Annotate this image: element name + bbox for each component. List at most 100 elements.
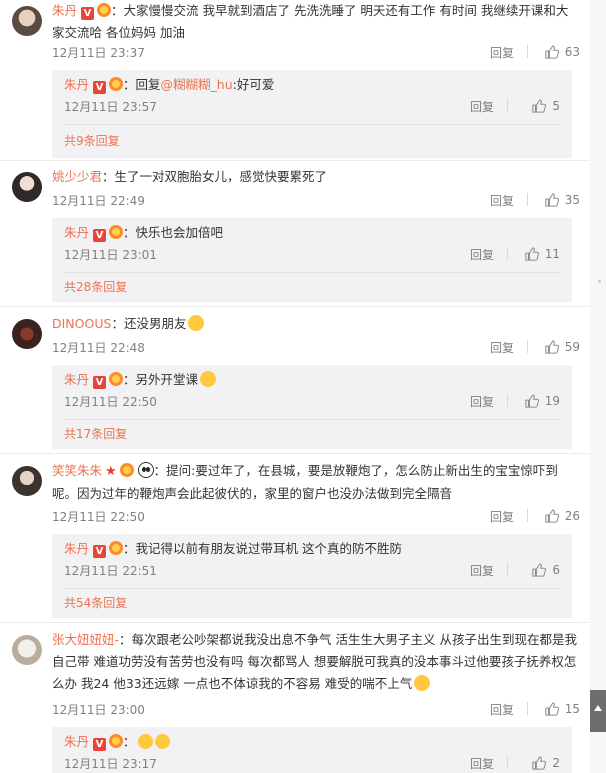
avatar[interactable] xyxy=(12,6,42,36)
divider xyxy=(0,306,590,307)
divider xyxy=(527,702,528,715)
like-button[interactable]: 59 xyxy=(545,337,580,357)
comment-body: ：大家慢慢交流 我早就到酒店了 先洗洗睡了 明天还有工作 有时间 我继续开课和大… xyxy=(52,3,569,40)
scrollbar[interactable] xyxy=(590,0,606,773)
reply-box: 朱丹 V ：我记得以前有朋友说过带耳机 这个真的防不胜防 12月11日 22:51 … xyxy=(52,534,572,618)
reply-button[interactable]: 回复 xyxy=(470,393,494,410)
reply-button[interactable]: 回复 xyxy=(470,246,494,263)
fan-badge-icon xyxy=(109,734,124,748)
reply-text: 朱丹 V ：快乐也会加倍吧 xyxy=(64,222,560,244)
like-button[interactable]: 11 xyxy=(525,244,560,264)
reply-body: ： xyxy=(123,734,136,749)
thumbs-up-icon xyxy=(525,247,539,261)
username[interactable]: 朱丹 xyxy=(64,372,89,387)
like-button[interactable]: 15 xyxy=(545,699,580,719)
like-count: 15 xyxy=(564,702,580,716)
more-replies-link[interactable]: 共54条回复 xyxy=(64,594,127,611)
timestamp: 12月11日 22:50 xyxy=(64,395,157,409)
like-button[interactable]: 19 xyxy=(525,391,560,411)
divider xyxy=(0,453,590,454)
reply-box: 朱丹 V ：另外开堂课 12月11日 22:50 回复 19 共17条回复 xyxy=(52,365,572,449)
reply-button[interactable]: 回复 xyxy=(470,98,494,115)
username[interactable]: 朱丹 xyxy=(64,225,89,240)
more-replies-link[interactable]: 共17条回复 xyxy=(64,425,127,442)
username[interactable]: 朱丹 xyxy=(64,734,89,749)
reply-button[interactable]: 回复 xyxy=(490,192,514,209)
mention-link[interactable]: @糊糊糊_hu xyxy=(161,77,233,92)
reply-button[interactable]: 回复 xyxy=(490,701,514,718)
comment-meta: 12月11日 22:50 回复 26 xyxy=(52,506,580,526)
avatar[interactable] xyxy=(12,635,42,665)
like-button[interactable]: 5 xyxy=(532,96,560,116)
reply-meta: 12月11日 23:57 回复 5 xyxy=(64,96,560,116)
like-button[interactable]: 35 xyxy=(545,190,580,210)
divider xyxy=(0,160,590,161)
verified-badge-icon: V xyxy=(93,545,107,558)
like-count: 35 xyxy=(564,193,580,207)
username[interactable]: 朱丹 xyxy=(52,3,77,18)
more-replies-link[interactable]: 共9条回复 xyxy=(64,132,120,149)
timestamp: 12月11日 23:01 xyxy=(64,248,157,262)
verified-badge-icon: V xyxy=(93,229,107,242)
divider xyxy=(507,394,508,407)
reply-meta: 12月11日 22:51 回复 6 xyxy=(64,560,560,580)
timestamp: 12月11日 22:51 xyxy=(64,564,157,578)
crying-emoji-icon xyxy=(414,675,431,691)
more-replies-link[interactable]: 共28条回复 xyxy=(64,278,127,295)
reply-button[interactable]: 回复 xyxy=(490,339,514,356)
like-button[interactable]: 26 xyxy=(545,506,580,526)
like-count: 6 xyxy=(552,563,560,577)
comment-text: 张大妞妞妞-：每次跟老公吵架都说我没出息不争气 活生生大男子主义 从孩子出生到现… xyxy=(52,629,580,695)
panda-icon xyxy=(137,462,154,478)
timestamp: 12月11日 22:49 xyxy=(52,194,145,208)
back-to-top-button[interactable] xyxy=(590,690,606,732)
scrollbar-thumb[interactable] xyxy=(598,280,601,283)
comment-meta: 12月11日 22:49 回复 35 xyxy=(52,190,580,210)
reply-button[interactable]: 回复 xyxy=(470,755,494,772)
avatar[interactable] xyxy=(12,466,42,496)
timestamp: 12月11日 22:50 xyxy=(52,510,145,524)
timestamp: 12月11日 23:17 xyxy=(64,757,157,771)
avatar[interactable] xyxy=(12,172,42,202)
like-count: 26 xyxy=(564,509,580,523)
divider xyxy=(64,419,560,420)
smirk-emoji-icon xyxy=(200,371,217,387)
divider xyxy=(527,509,528,522)
reply-box: 朱丹 V ：回复@糊糊糊_hu:好可爱 12月11日 23:57 回复 5 共9条回… xyxy=(52,70,572,158)
reply-button[interactable]: 回复 xyxy=(490,508,514,525)
comment-text: DINOOUS：还没男朋友 xyxy=(52,313,580,335)
like-count: 59 xyxy=(564,340,580,354)
username[interactable]: DINOOUS xyxy=(52,316,111,331)
username[interactable]: 笑笑朱朱 xyxy=(52,463,102,478)
comment-meta: 12月11日 22:48 回复 59 xyxy=(52,337,580,357)
divider xyxy=(0,622,590,623)
like-button[interactable]: 2 xyxy=(532,753,560,773)
divider xyxy=(527,193,528,206)
reply-body: ：另外开堂课 xyxy=(123,372,199,387)
username[interactable]: 姚少少君 xyxy=(52,169,102,184)
star-badge-icon: ★ xyxy=(105,464,117,479)
reply-text: 朱丹 V ：另外开堂课 xyxy=(64,369,560,391)
reply-button[interactable]: 回复 xyxy=(490,44,514,61)
comment-feed: 朱丹 V ：大家慢慢交流 我早就到酒店了 先洗洗睡了 明天还有工作 有时间 我继续开… xyxy=(0,0,606,773)
comment-meta: 12月11日 23:37 回复 63 xyxy=(52,42,580,62)
like-button[interactable]: 63 xyxy=(545,42,580,62)
reply-box: 朱丹 V ：快乐也会加倍吧 12月11日 23:01 回复 11 共28条回复 xyxy=(52,218,572,302)
thumbs-up-icon xyxy=(545,193,559,207)
divider xyxy=(507,247,508,260)
avatar[interactable] xyxy=(12,319,42,349)
like-button[interactable]: 6 xyxy=(532,560,560,580)
reply-button[interactable]: 回复 xyxy=(470,562,494,579)
username[interactable]: 朱丹 xyxy=(64,77,89,92)
divider xyxy=(64,124,560,125)
divider xyxy=(527,45,528,58)
username[interactable]: 张大妞妞妞- xyxy=(52,632,119,647)
fan-badge-icon xyxy=(119,463,134,477)
reply-body: ：快乐也会加倍吧 xyxy=(123,225,224,240)
verified-badge-icon: V xyxy=(93,738,107,751)
hug-emoji-icon xyxy=(137,734,153,749)
thumbs-up-icon xyxy=(532,756,547,770)
username[interactable]: 朱丹 xyxy=(64,541,89,556)
fan-badge-icon xyxy=(109,372,124,386)
reply-meta: 12月11日 22:50 回复 19 xyxy=(64,391,560,411)
